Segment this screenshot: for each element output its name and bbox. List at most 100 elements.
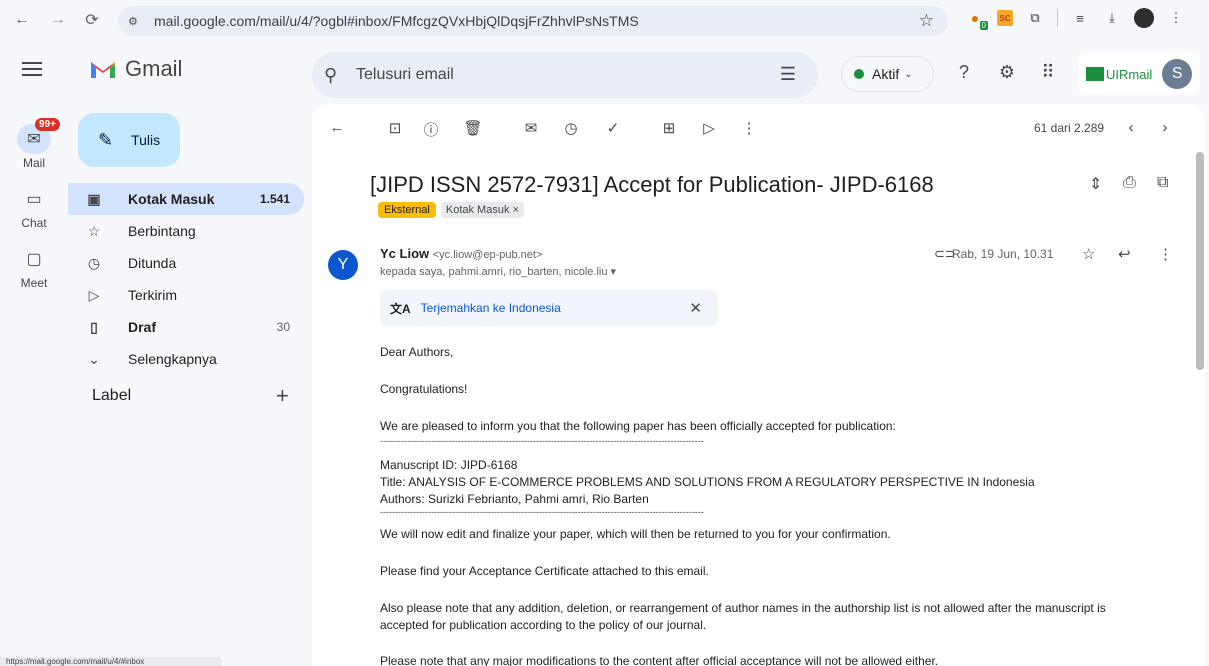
compose-button[interactable]: ✎ Tulis (78, 113, 180, 167)
newer-chevron-icon[interactable]: ‹ (1120, 119, 1142, 136)
body-note-line-1: Also please note that any addition, dele… (380, 601, 1106, 615)
sidebar-item-drafts[interactable]: ▯ Draf 30 (68, 311, 304, 343)
email-subject: [JIPD ISSN 2572-7931] Accept for Publica… (370, 172, 934, 197)
sidebar-item-more[interactable]: ⌄ Selengkapnya (68, 343, 304, 375)
clock-icon: ◷ (87, 254, 101, 271)
browser-menu-icon[interactable]: ⋮ (1166, 8, 1186, 28)
search-input[interactable]: Telusuri email (356, 66, 454, 84)
delete-icon[interactable]: 🗑 (462, 119, 484, 137)
settings-gear-icon[interactable]: ⚙ (996, 62, 1018, 83)
bookmark-star-icon[interactable]: ☆ (919, 11, 934, 31)
close-icon[interactable]: ✕ (689, 299, 702, 317)
sidebar-item-sent[interactable]: ▷ Terkirim (68, 279, 304, 311)
sidebar-item-starred[interactable]: ☆ Berbintang (68, 215, 304, 247)
move-to-icon[interactable]: ⊞ (658, 119, 680, 137)
recipients-toggle[interactable]: kepada saya, pahmi.amri, rio_barten, nic… (380, 265, 616, 278)
chevron-down-icon: ⌄ (88, 350, 100, 367)
download-icon[interactable]: ⤓ (1102, 8, 1122, 28)
inbox-icon: ▣ (87, 190, 101, 207)
compose-label: Tulis (131, 132, 161, 148)
url-text: mail.google.com/mail/u/4/?ogbl#inbox/FMf… (154, 13, 639, 29)
body-authors: Authors: Surizki Febrianto, Pahmi amri, … (380, 492, 649, 506)
sender-name[interactable]: Yc Liow (380, 246, 429, 261)
sidebar-item-label: Terkirim (128, 287, 177, 303)
profile-icon[interactable] (1134, 8, 1154, 28)
sidebar-item-label: Draf (128, 319, 157, 335)
puzzle-extensions-icon[interactable]: ⧉ (1025, 8, 1045, 28)
reading-list-icon[interactable]: ≡ (1070, 8, 1090, 28)
mark-unread-icon[interactable]: ✉ (520, 119, 542, 137)
sidebar-item-inbox[interactable]: ▣ Kotak Masuk 1.541 (68, 183, 304, 215)
star-icon[interactable]: ☆ (1082, 245, 1095, 263)
rail-item-meet[interactable]: ▢ Meet (0, 244, 68, 290)
scrollbar-thumb[interactable] (1196, 152, 1204, 370)
back-arrow-icon[interactable]: ← (10, 8, 34, 32)
body-greeting: Dear Authors, (380, 345, 454, 359)
label-external: Eksternal (378, 202, 436, 218)
site-info-icon[interactable]: ⚙ (128, 15, 146, 28)
rail-label-chat: Chat (21, 216, 47, 230)
older-chevron-icon[interactable]: › (1154, 119, 1176, 136)
email-body: Dear Authors, Congratulations! We are pl… (380, 344, 1140, 666)
sidebar-item-count: 30 (276, 320, 290, 334)
rail-label-mail: Mail (22, 156, 45, 170)
apps-grid-icon[interactable]: ⠿ (1037, 62, 1059, 83)
extensions-area: ● 0 SC ⧉ ≡ ⤓ ⋮ (965, 8, 1186, 30)
gmail-m-icon (91, 62, 115, 78)
avatar[interactable]: S (1162, 59, 1193, 89)
search-bar[interactable]: ⚲ Telusuri email ☰ (312, 52, 818, 98)
toolbar-divider (1057, 9, 1058, 27)
extension-badge-icon[interactable]: ● 0 (965, 8, 988, 30)
add-task-icon[interactable]: ✓ (602, 119, 624, 137)
search-options-icon[interactable]: ☰ (780, 64, 796, 85)
label-icon[interactable]: ▷ (698, 119, 720, 137)
sender-avatar[interactable]: Y (328, 250, 358, 280)
forward-arrow-icon[interactable]: → (46, 8, 70, 32)
status-label: Aktif (872, 66, 900, 82)
sc-extension-icon[interactable]: SC (997, 10, 1013, 26)
message-toolbar: ← ⊡ ⓘ 🗑 ✉ ◷ ✓ ⊞ ▷ ⋮ 61 dari 2.289 ‹ › (312, 104, 1205, 152)
reply-icon[interactable]: ↩ (1118, 245, 1131, 263)
more-options-icon[interactable]: ⋮ (738, 119, 760, 137)
chevron-down-icon: ⌄ (904, 68, 913, 80)
gmail-header: Gmail ⚲ Telusuri email ☰ Aktif ⌄ ? ⚙ ⠿ U… (0, 40, 1209, 104)
search-icon[interactable]: ⚲ (324, 65, 344, 86)
video-camera-icon: ▢ (26, 251, 42, 268)
open-new-window-icon[interactable]: ⧉ (1157, 174, 1168, 192)
label-inbox[interactable]: Kotak Masuk × (440, 202, 524, 218)
folder-list: ▣ Kotak Masuk 1.541 ☆ Berbintang ◷ Ditun… (68, 183, 304, 375)
status-selector[interactable]: Aktif ⌄ (841, 56, 934, 92)
add-label-icon[interactable]: + (276, 383, 289, 409)
labels-heading: Label + (92, 383, 292, 408)
link-status-bar: https://mail.google.com/mail/u/4/#inbox (0, 657, 222, 666)
report-spam-icon[interactable]: ⓘ (420, 119, 442, 140)
rail-item-mail[interactable]: ✉ 99+ Mail (0, 118, 68, 170)
pagination-text: 61 dari 2.289 (1034, 121, 1105, 135)
body-certificate: Please find your Acceptance Certificate … (380, 564, 709, 578)
rail-item-chat[interactable]: ▭ Chat (0, 184, 68, 230)
message-view: ← ⊡ ⓘ 🗑 ✉ ◷ ✓ ⊞ ▷ ⋮ 61 dari 2.289 ‹ › [J… (312, 104, 1205, 666)
reload-icon[interactable]: ⟳ (80, 8, 104, 32)
body-congrats: Congratulations! (380, 382, 468, 396)
collapse-all-icon[interactable]: ⇕ (1089, 174, 1102, 194)
print-icon[interactable]: ⎙ (1123, 174, 1136, 192)
main-menu-icon[interactable] (22, 62, 42, 76)
account-switcher[interactable]: UIRmail S (1078, 53, 1200, 95)
sidebar-item-label: Berbintang (128, 223, 196, 239)
sidebar-item-snoozed[interactable]: ◷ Ditunda (68, 247, 304, 279)
status-dot-icon (854, 69, 864, 79)
help-icon[interactable]: ? (953, 62, 975, 83)
sidebar-item-label: Kotak Masuk (128, 191, 215, 207)
translate-link[interactable]: Terjemahkan ke Indonesia (421, 301, 561, 315)
pencil-icon: ✎ (98, 129, 114, 150)
more-options-icon[interactable]: ⋮ (1158, 245, 1173, 263)
gmail-wordmark: Gmail (125, 56, 183, 81)
snooze-icon[interactable]: ◷ (560, 119, 582, 137)
body-intro: We are pleased to inform you that the fo… (380, 419, 896, 433)
archive-icon[interactable]: ⊡ (384, 119, 406, 137)
back-to-inbox-icon[interactable]: ← (326, 119, 348, 136)
gmail-logo[interactable]: Gmail (89, 56, 182, 82)
email-labels: Eksternal Kotak Masuk × (378, 202, 524, 218)
address-bar[interactable]: ⚙ mail.google.com/mail/u/4/?ogbl#inbox/F… (118, 6, 948, 36)
sidebar-item-count: 1.541 (259, 192, 290, 206)
